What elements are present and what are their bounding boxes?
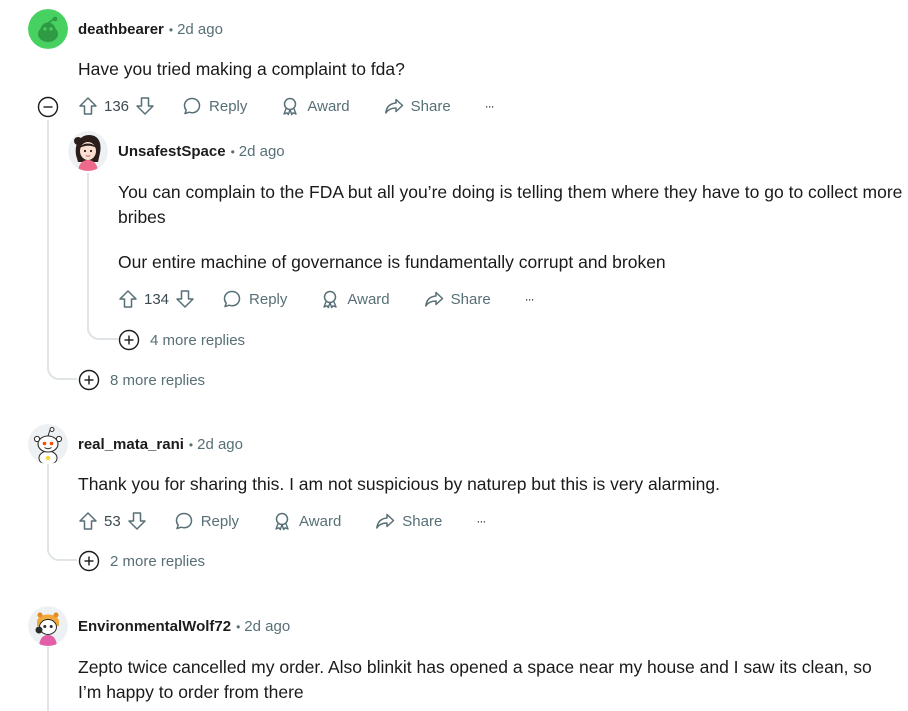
comment-author[interactable]: UnsafestSpace (118, 143, 226, 160)
collapse-thread-button[interactable] (37, 96, 59, 123)
thread-line-3 (47, 647, 49, 711)
comment-author[interactable]: EnvironmentalWolf72 (78, 618, 231, 635)
reply-label: Reply (209, 97, 248, 115)
thread-line-reply-curve (87, 328, 118, 340)
award-button[interactable]: Award (320, 289, 390, 309)
share-arrow-icon (384, 98, 403, 114)
meta-separator: • (230, 145, 235, 159)
award-label: Award (307, 97, 350, 115)
comment-time[interactable]: 2d ago (239, 143, 285, 160)
costume-avatar-icon (28, 606, 68, 646)
thread-line-1-curve (47, 368, 77, 380)
upvote-button[interactable] (118, 289, 138, 309)
comment-body-paragraph: You can complain to the FDA but all you’… (118, 182, 903, 227)
more-replies-label: 2 more replies (110, 552, 206, 570)
comment-time[interactable]: 2d ago (197, 436, 243, 453)
thread-line-2 (47, 464, 49, 552)
more-options-button[interactable]: ··· (476, 514, 486, 528)
downvote-button[interactable] (175, 289, 195, 309)
share-arrow-icon (376, 513, 395, 529)
share-label: Share (410, 97, 451, 115)
reply-label: Reply (200, 512, 240, 530)
avatar[interactable] (68, 131, 108, 171)
comment-time[interactable]: 2d ago (177, 21, 223, 38)
reply-button[interactable]: Reply (174, 511, 239, 531)
downvote-button[interactable] (127, 511, 147, 531)
more-options-button[interactable]: ··· (485, 99, 495, 113)
award-icon (275, 512, 289, 531)
comment-body-paragraph: Our entire machine of governance is fund… (118, 252, 666, 272)
award-icon (323, 290, 338, 309)
vote-score: 136 (104, 97, 130, 115)
more-replies-label: 8 more replies (110, 371, 206, 389)
award-label: Award (299, 512, 342, 530)
reply-bubble-icon (175, 512, 192, 530)
comment-meta: UnsafestSpace • 2d ago (118, 142, 285, 162)
plus-circle-icon (78, 550, 100, 572)
reply-label: Reply (249, 290, 288, 308)
comment-meta: deathbearer • 2d ago (78, 20, 223, 40)
upvote-button[interactable] (78, 511, 98, 531)
vote-group: 134 (118, 289, 195, 309)
share-label: Share (450, 290, 491, 308)
comment-body: Zepto twice cancelled my order. Also bli… (78, 657, 872, 702)
downvote-icon (136, 97, 154, 115)
minus-circle-icon (37, 96, 59, 118)
reply-bubble-icon (183, 97, 201, 115)
plus-circle-icon (118, 329, 140, 351)
share-button[interactable]: Share (384, 96, 451, 116)
vote-group: 136 (78, 96, 155, 116)
vote-score: 134 (144, 290, 170, 308)
share-button[interactable]: Share (424, 289, 491, 309)
more-replies-button[interactable]: 4 more replies (118, 329, 245, 351)
avatar[interactable] (28, 9, 68, 49)
more-options-button[interactable]: ··· (525, 292, 535, 306)
green-snoo-avatar-icon (28, 9, 68, 49)
comment-meta: EnvironmentalWolf72 • 2d ago (78, 617, 290, 637)
more-replies-button[interactable]: 8 more replies (78, 369, 205, 391)
upvote-icon (79, 512, 97, 530)
thread-line-1 (47, 120, 49, 370)
upvote-icon (119, 290, 137, 308)
comment-time[interactable]: 2d ago (244, 618, 290, 635)
reply-bubble-icon (223, 290, 241, 308)
comment-actions: 134 Reply Award Share ··· (118, 285, 535, 313)
upvote-icon (79, 97, 97, 115)
meta-separator: • (188, 438, 194, 452)
comment-meta: real_mata_rani • 2d ago (78, 435, 243, 455)
award-button[interactable]: Award (272, 511, 341, 531)
plus-circle-icon (78, 369, 100, 391)
reply-button[interactable]: Reply (222, 289, 287, 309)
comment-body: Have you tried making a complaint to fda… (78, 59, 405, 79)
thread-line-reply (87, 173, 89, 331)
award-label: Award (347, 290, 390, 308)
vote-group: 53 (78, 511, 147, 531)
comment-actions: 53 Reply Award Share ··· (78, 507, 486, 535)
comment-author[interactable]: real_mata_rani (78, 436, 184, 453)
downvote-button[interactable] (135, 96, 155, 116)
reply-button[interactable]: Reply (182, 96, 247, 116)
comment-actions: 136 Reply Award Share ··· (78, 92, 495, 120)
more-replies-button[interactable]: 2 more replies (78, 550, 205, 572)
upvote-button[interactable] (78, 96, 98, 116)
comment-author[interactable]: deathbearer (78, 21, 164, 38)
avatar[interactable] (28, 424, 68, 464)
award-icon (283, 97, 298, 116)
share-button[interactable]: Share (375, 511, 442, 531)
girl-avatar-icon (68, 131, 108, 171)
award-button[interactable]: Award (280, 96, 350, 116)
avatar[interactable] (28, 606, 68, 646)
downvote-icon (176, 290, 194, 308)
thread-line-2-curve (47, 549, 77, 561)
share-label: Share (402, 512, 443, 530)
comment-body: Thank you for sharing this. I am not sus… (78, 474, 720, 494)
meta-separator: • (168, 23, 174, 37)
share-arrow-icon (424, 291, 443, 307)
downvote-icon (127, 512, 146, 530)
more-replies-label: 4 more replies (150, 331, 246, 349)
meta-separator: • (236, 620, 241, 634)
vote-score: 53 (104, 512, 121, 530)
snoo-avatar-icon (28, 424, 68, 464)
